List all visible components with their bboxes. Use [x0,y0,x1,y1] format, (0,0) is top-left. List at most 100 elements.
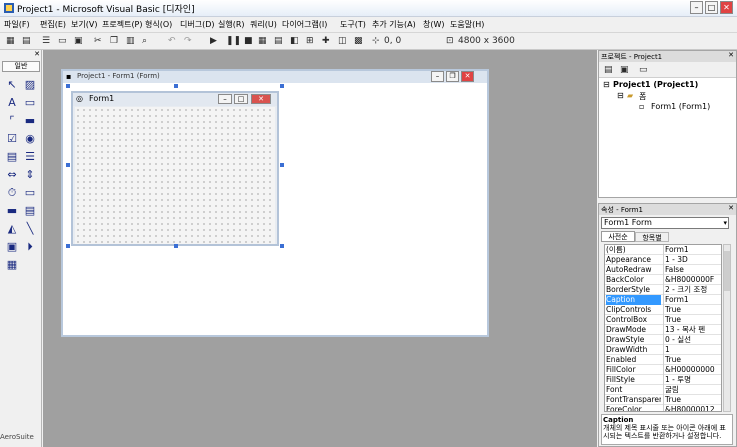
resize-handle-s[interactable] [174,244,178,248]
ole-tool-icon[interactable]: ▦ [5,258,19,272]
form1-title-bar[interactable]: ◎ Form1 – □ ✕ [73,93,277,106]
form-layout-icon[interactable]: ◧ [290,35,299,47]
property-value[interactable]: 2 - 크기 조정 [663,285,721,295]
view-object-icon[interactable]: ▣ [620,64,629,76]
resize-handle-sw[interactable] [66,244,70,248]
menu-format[interactable]: 형식(O) [145,19,172,30]
property-value[interactable]: &H00000000 [663,365,721,375]
tree-folder-collapse-icon[interactable]: ⊟ [617,91,624,100]
copy-icon[interactable]: ❐ [110,35,118,47]
data-view-icon[interactable]: ◫ [338,35,347,47]
save-icon[interactable]: ▣ [74,35,83,47]
resize-handle-e[interactable] [280,163,284,167]
cut-icon[interactable]: ✂ [94,35,102,47]
menu-edit[interactable]: 편집(E) [40,19,66,30]
designer-title-bar[interactable]: ▪ Project1 - Form1 (Form) – ❐ ✕ [63,71,487,83]
break-icon[interactable]: ❚❚ [226,35,241,47]
vscrollbar-tool-icon[interactable]: ⇕ [23,168,37,182]
menu-help[interactable]: 도움말(H) [450,19,484,30]
component-manager-icon[interactable]: ▩ [354,35,363,47]
property-value[interactable]: 0 - 실선 [663,335,721,345]
image-tool-icon[interactable]: ▣ [5,240,19,254]
label-tool-icon[interactable]: A [5,96,19,110]
checkbox-tool-icon[interactable]: ☑ [5,132,19,146]
designer-close-button[interactable]: ✕ [461,71,474,82]
resize-handle-nw[interactable] [66,84,70,88]
property-value[interactable]: True [663,395,721,405]
optionbutton-tool-icon[interactable]: ◉ [23,132,37,146]
resize-handle-se[interactable] [280,244,284,248]
menu-file[interactable]: 파일(F) [4,19,30,30]
menu-debug[interactable]: 디버그(D) [180,19,214,30]
object-selector[interactable]: Form1 Form ▾ [601,217,729,229]
chevron-down-icon[interactable]: ▾ [723,218,727,228]
textbox-tool-icon[interactable]: ▭ [23,96,37,110]
menu-editor-icon[interactable]: ☰ [42,35,50,47]
toolbox-tab-general[interactable]: 일반 [2,61,40,72]
timer-tool-icon[interactable]: ⏱ [5,186,19,200]
property-value[interactable]: 1 [663,345,721,355]
property-row[interactable]: ForeColor &H80000012 [605,405,721,411]
resize-handle-ne[interactable] [280,84,284,88]
form1-window[interactable]: ◎ Form1 – □ ✕ [71,91,279,246]
property-value[interactable]: 1 - 3D [663,255,721,265]
property-row[interactable]: Caption Form1 [605,295,721,305]
add-form-icon[interactable]: ▤ [22,35,31,47]
resize-handle-w[interactable] [66,163,70,167]
combobox-tool-icon[interactable]: ▤ [5,150,19,164]
property-value[interactable]: True [663,305,721,315]
property-row[interactable]: FillColor &H00000000 [605,365,721,375]
property-row[interactable]: ClipControls True [605,305,721,315]
property-row[interactable]: Font 굴림 [605,385,721,395]
scrollbar-thumb[interactable] [724,251,730,291]
toggle-folders-icon[interactable]: ▭ [639,64,648,76]
property-value[interactable]: 1 - 투명 [663,375,721,385]
find-icon[interactable]: ⌕ [142,35,147,47]
property-row[interactable]: ControlBox True [605,315,721,325]
properties-close-icon[interactable]: ✕ [728,204,734,212]
add-project-icon[interactable]: ▦ [6,35,15,47]
tree-folder-forms[interactable]: 폼 [639,91,646,102]
property-row[interactable]: BackColor &H8000000F [605,275,721,285]
menu-tools[interactable]: 도구(T) [340,19,366,30]
property-value[interactable]: &H8000000F [663,275,721,285]
end-icon[interactable]: ■ [244,35,253,47]
menu-run[interactable]: 실행(R) [218,19,245,30]
menu-query[interactable]: 쿼리(U) [250,19,277,30]
designer-minimize-button[interactable]: – [431,71,444,82]
toolbox-icon[interactable]: ✚ [322,35,330,47]
view-code-icon[interactable]: ▤ [604,64,613,76]
dirlistbox-tool-icon[interactable]: ▬ [5,204,19,218]
property-value[interactable]: 13 - 복사 펜 [663,325,721,335]
menu-window[interactable]: 창(W) [423,19,445,30]
form1-design-grid[interactable] [75,107,275,244]
property-row[interactable]: Appearance 1 - 3D [605,255,721,265]
listbox-tool-icon[interactable]: ☰ [23,150,37,164]
property-row[interactable]: FillStyle 1 - 투명 [605,375,721,385]
paste-icon[interactable]: ▥ [126,35,135,47]
property-grid-scrollbar[interactable] [723,244,731,412]
undo-icon[interactable]: ↶ [168,35,176,47]
form-designer-window[interactable]: ▪ Project1 - Form1 (Form) – ❐ ✕ ◎ Form1 … [61,69,489,337]
drivelistbox-tool-icon[interactable]: ▭ [23,186,37,200]
resize-handle-n[interactable] [174,84,178,88]
tab-categorized[interactable]: 항목별 [635,232,669,242]
close-button[interactable]: ✕ [720,1,733,14]
project-explorer-icon[interactable]: ▦ [258,35,267,47]
property-row[interactable]: Enabled True [605,355,721,365]
start-icon[interactable]: ▶ [210,35,217,47]
hscrollbar-tool-icon[interactable]: ⇔ [5,168,19,182]
filelistbox-tool-icon[interactable]: ▤ [23,204,37,218]
tree-project-root[interactable]: Project1 (Project1) [613,80,698,89]
property-value[interactable]: &H80000012 [663,405,721,411]
property-value[interactable]: Form1 [663,245,721,255]
menu-view[interactable]: 보기(V) [71,19,97,30]
property-value[interactable]: True [663,355,721,365]
redo-icon[interactable]: ↷ [184,35,192,47]
toolbox-close-icon[interactable]: ✕ [34,50,40,58]
property-row[interactable]: DrawWidth 1 [605,345,721,355]
pointer-tool-icon[interactable]: ↖ [5,78,19,92]
menu-project[interactable]: 프로젝트(P) [102,19,143,30]
tab-alphabetic[interactable]: 사전순 [601,231,635,242]
tree-collapse-icon[interactable]: ⊟ [603,80,610,89]
